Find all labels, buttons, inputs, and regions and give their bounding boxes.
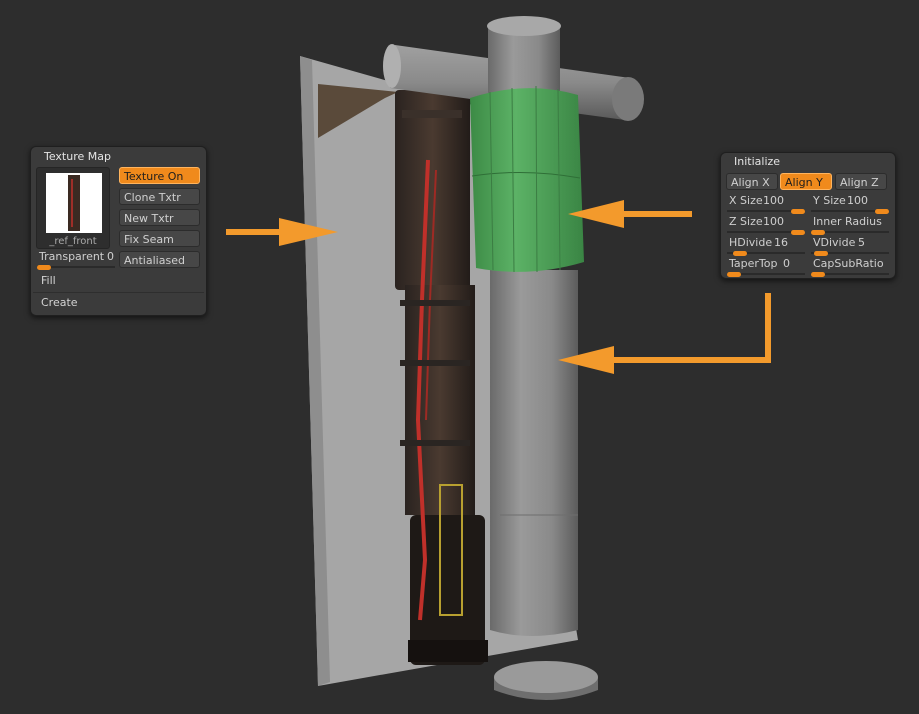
align-y-button[interactable]: Align Y xyxy=(780,173,832,190)
fix-seam-button[interactable]: Fix Seam xyxy=(119,230,200,247)
z-size-track xyxy=(727,230,805,235)
z-size-value: 100 xyxy=(763,215,784,228)
taper-top-label: TaperTop xyxy=(729,257,778,270)
taper-top-slider[interactable]: TaperTop 0 xyxy=(727,257,805,277)
vdivide-slider[interactable]: VDivide 5 xyxy=(811,236,889,256)
cap-sub-ratio-knob[interactable] xyxy=(811,272,825,277)
taper-top-knob[interactable] xyxy=(727,272,741,277)
x-size-knob[interactable] xyxy=(791,209,805,214)
hilt-thumbnail-icon xyxy=(46,173,102,233)
inner-radius-slider[interactable]: Inner Radius xyxy=(811,215,889,235)
taper-top-track xyxy=(727,272,805,277)
initialize-title[interactable]: Initialize xyxy=(734,155,780,168)
cap-sub-ratio-slider[interactable]: CapSubRatio xyxy=(811,257,889,277)
transparent-slider[interactable]: Transparent 0 xyxy=(37,250,115,270)
initialize-panel: Initialize Align X Align Y Align Z X Siz… xyxy=(720,152,896,279)
z-size-knob[interactable] xyxy=(791,230,805,235)
transparent-track xyxy=(37,265,115,270)
y-size-knob[interactable] xyxy=(875,209,889,214)
y-size-label: Y Size xyxy=(813,194,846,207)
align-x-button[interactable]: Align X xyxy=(726,173,778,190)
fill-menu[interactable]: Fill xyxy=(33,271,204,291)
new-txtr-button[interactable]: New Txtr xyxy=(119,209,200,226)
x-size-label: X Size xyxy=(729,194,763,207)
z-size-label: Z Size xyxy=(729,215,763,228)
clone-txtr-button[interactable]: Clone Txtr xyxy=(119,188,200,205)
inner-radius-knob[interactable] xyxy=(811,230,825,235)
y-size-slider[interactable]: Y Size 100 xyxy=(811,194,889,214)
texture-map-title[interactable]: Texture Map xyxy=(44,150,111,163)
taper-top-value: 0 xyxy=(783,257,790,270)
hdivide-value: 16 xyxy=(774,236,788,249)
arrow-to-green-segment xyxy=(568,200,692,228)
hdivide-track xyxy=(727,251,805,256)
texture-thumbnail[interactable]: _ref_front xyxy=(36,167,110,249)
hdivide-knob[interactable] xyxy=(733,251,748,256)
x-size-track xyxy=(727,209,805,214)
cap-sub-ratio-track xyxy=(811,272,889,277)
texture-on-button[interactable]: Texture On xyxy=(119,167,200,184)
texture-map-panel: Texture Map _ref_front Texture On Clone … xyxy=(30,146,207,316)
vdivide-label: VDivide xyxy=(813,236,856,249)
arrow-to-cylinder xyxy=(558,293,771,374)
x-size-slider[interactable]: X Size 100 xyxy=(727,194,805,214)
y-size-track xyxy=(811,209,889,214)
3d-viewport[interactable] xyxy=(0,0,919,714)
thumbnail-caption: _ref_front xyxy=(49,236,97,247)
x-size-value: 100 xyxy=(763,194,784,207)
inner-radius-label: Inner Radius xyxy=(813,215,882,228)
vdivide-track xyxy=(811,251,889,256)
vdivide-knob[interactable] xyxy=(814,251,829,256)
transparent-knob[interactable] xyxy=(37,265,51,270)
hdivide-slider[interactable]: HDivide 16 xyxy=(727,236,805,256)
antialiased-button[interactable]: Antialiased xyxy=(119,251,200,268)
z-size-slider[interactable]: Z Size 100 xyxy=(727,215,805,235)
transparent-value: 0 xyxy=(107,250,114,263)
hdivide-label: HDivide xyxy=(729,236,773,249)
create-menu[interactable]: Create xyxy=(33,292,204,313)
inner-radius-track xyxy=(811,230,889,235)
transparent-label: Transparent xyxy=(39,250,105,263)
align-z-button[interactable]: Align Z xyxy=(835,173,887,190)
highlighted-mesh-segment xyxy=(470,85,584,273)
vdivide-value: 5 xyxy=(858,236,865,249)
y-size-value: 100 xyxy=(847,194,868,207)
cap-disc xyxy=(494,661,598,700)
cap-sub-ratio-label: CapSubRatio xyxy=(813,257,884,270)
